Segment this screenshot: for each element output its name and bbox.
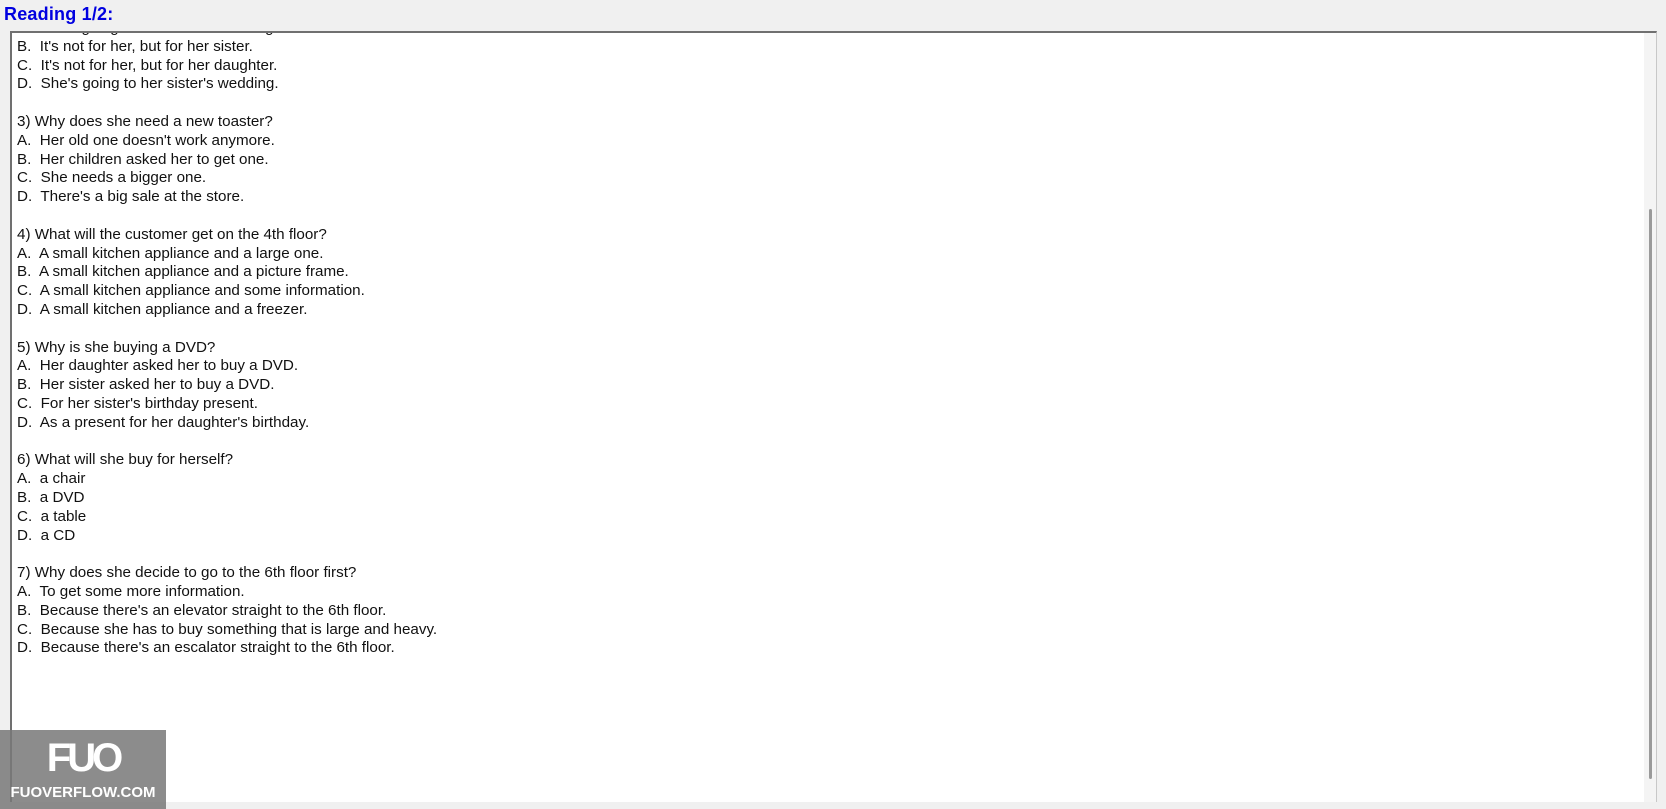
answer-option: B. A small kitchen appliance and a pictu… xyxy=(17,263,349,281)
bottom-strip xyxy=(0,802,1666,809)
answer-option: C. Because she has to buy something that… xyxy=(17,620,438,638)
question-block: 4) What will the customer get on the 4th… xyxy=(17,226,437,320)
answer-option: C. a table xyxy=(17,507,87,525)
answer-option: A. Her old one doesn't work anymore. xyxy=(17,131,275,149)
answer-option: C. She needs a bigger one. xyxy=(17,169,207,187)
reading-text-panel[interactable]: A. She's going to her sister's wedding.B… xyxy=(10,31,1657,805)
answer-option: D. As a present for her daughter's birth… xyxy=(17,413,310,431)
answer-option: A. To get some more information. xyxy=(17,582,245,600)
answer-option: D. A small kitchen appliance and a freez… xyxy=(17,300,308,318)
answer-option: C. For her sister's birthday present. xyxy=(17,394,258,412)
watermark: FUO FUOVERFLOW.COM xyxy=(0,730,166,809)
answer-option: B. Her children asked her to get one. xyxy=(17,150,269,168)
answer-option: B. Her sister asked her to buy a DVD. xyxy=(17,376,275,394)
answer-option: D. a CD xyxy=(17,526,76,544)
answer-option: B. Because there's an elevator straight … xyxy=(17,601,387,619)
page-title: Reading 1/2: xyxy=(4,4,114,24)
question-block: 5) Why is she buying a DVD? A. Her daught… xyxy=(17,339,437,433)
answer-option: D. Because there's an escalator straight… xyxy=(17,639,395,657)
watermark-text: FUOVERFLOW.COM xyxy=(10,784,156,801)
header-bar: Reading 1/2: xyxy=(0,0,1666,31)
question-text: 4) What will the customer get on the 4th… xyxy=(17,225,327,243)
question-block: 6) What will she buy for herself? A. a ch… xyxy=(17,451,437,545)
answer-option: B. a DVD xyxy=(17,488,85,506)
question-text: 3) Why does she need a new toaster? xyxy=(17,112,273,130)
answer-option: A. A small kitchen appliance and a large… xyxy=(17,244,324,262)
question-block: B. It's not for her, but for her sister.… xyxy=(17,38,437,94)
scrollbar-thumb[interactable] xyxy=(1649,209,1652,779)
answer-option: B. It's not for her, but for her sister. xyxy=(17,37,253,55)
answer-option: D. There's a big sale at the store. xyxy=(17,188,245,206)
partial-option-line: A. She's going to her sister's wedding. xyxy=(17,33,437,38)
answer-option: C. It's not for her, but for her daughte… xyxy=(17,56,278,74)
question-text: 5) Why is she buying a DVD? xyxy=(17,338,216,356)
question-list: A. She's going to her sister's wedding.B… xyxy=(17,33,437,658)
watermark-logo: FUO xyxy=(46,736,123,780)
answer-option: D. She's going to her sister's wedding. xyxy=(17,75,279,93)
vertical-scrollbar[interactable] xyxy=(1644,33,1656,804)
question-block: 3) Why does she need a new toaster? A. He… xyxy=(17,113,437,207)
answer-option: A. a chair xyxy=(17,470,86,488)
answer-option: A. Her daughter asked her to buy a DVD. xyxy=(17,357,299,375)
answer-option: C. A small kitchen appliance and some in… xyxy=(17,282,365,300)
question-text: 6) What will she buy for herself? xyxy=(17,451,234,469)
question-text: 7) Why does she decide to go to the 6th … xyxy=(17,564,357,582)
question-block: 7) Why does she decide to go to the 6th … xyxy=(17,564,437,658)
